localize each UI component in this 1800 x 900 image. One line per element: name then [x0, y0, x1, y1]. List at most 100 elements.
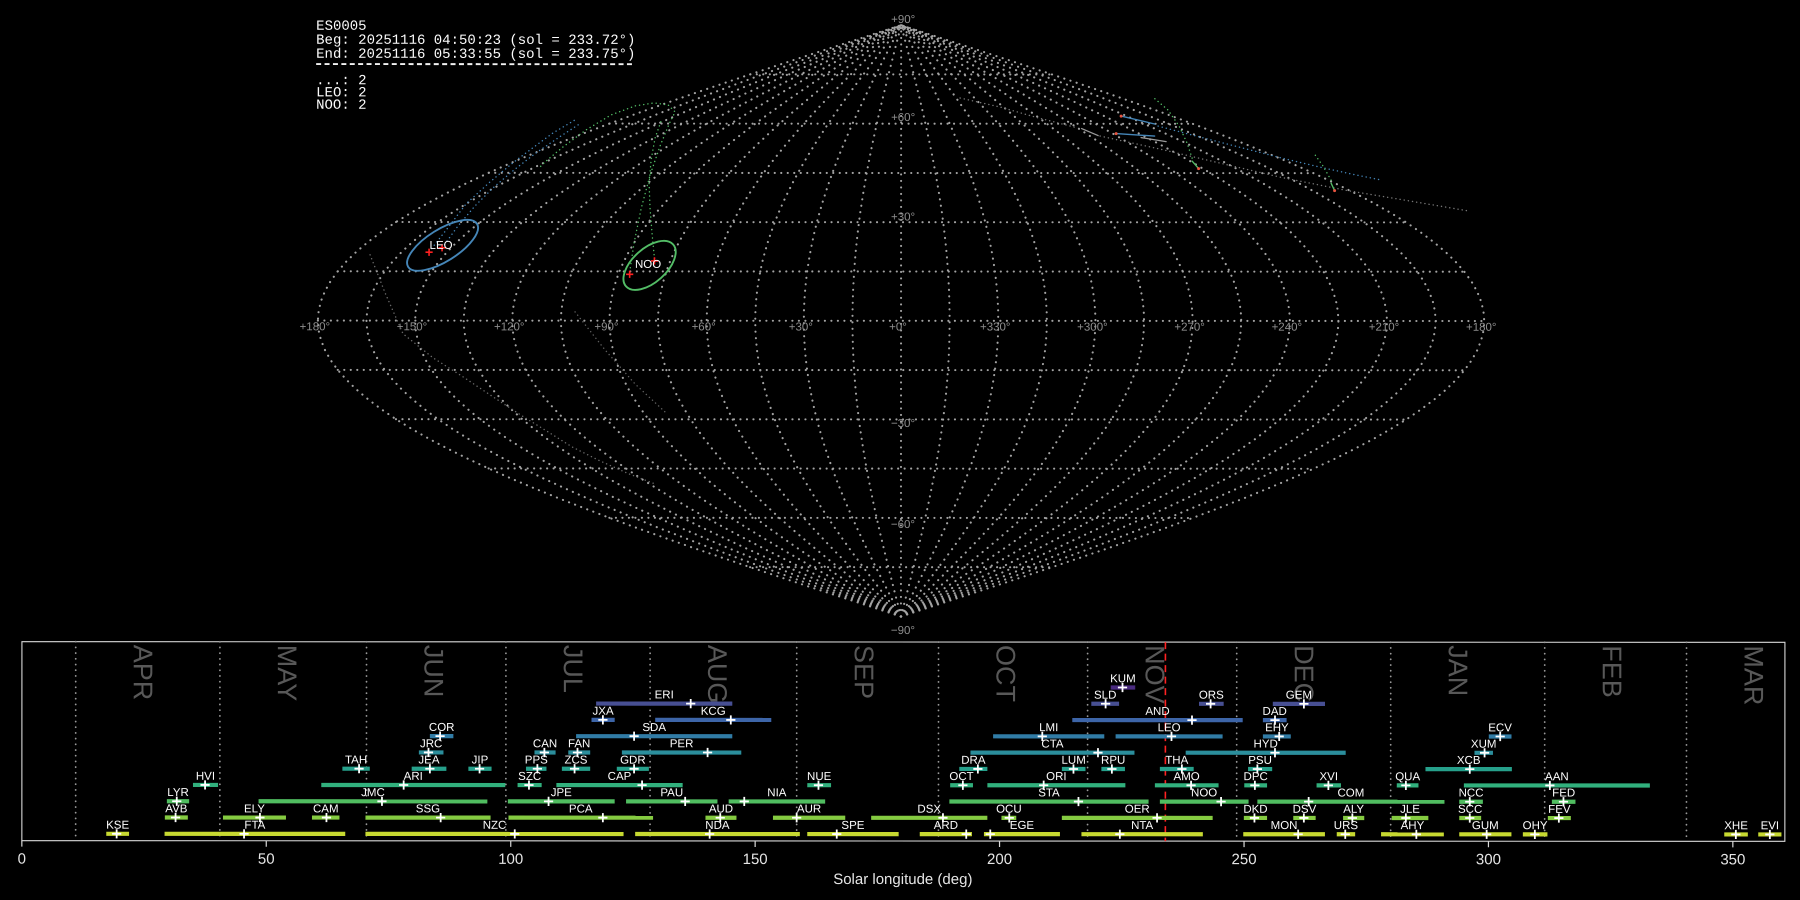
svg-text:SSG: SSG: [416, 803, 440, 815]
svg-text:DPC: DPC: [1244, 771, 1268, 783]
svg-text:NOO: 2: NOO: 2: [316, 98, 366, 114]
svg-text:MAR: MAR: [1739, 645, 1769, 705]
svg-text:+0°: +0°: [889, 321, 907, 333]
svg-text:MAY: MAY: [272, 645, 302, 702]
svg-text:XHE: XHE: [1724, 820, 1748, 832]
svg-text:MON: MON: [1271, 820, 1298, 832]
svg-text:CTA: CTA: [1041, 738, 1063, 750]
svg-text:JPE: JPE: [551, 787, 572, 799]
svg-text:ELY: ELY: [244, 803, 265, 815]
svg-text:JIP: JIP: [472, 755, 489, 767]
svg-text:LYR: LYR: [167, 787, 189, 799]
svg-text:ERI: ERI: [655, 689, 674, 701]
svg-text:+300°: +300°: [1077, 322, 1108, 334]
svg-text:GUM: GUM: [1472, 820, 1499, 832]
svg-text:PCA: PCA: [569, 803, 593, 815]
svg-text:SPE: SPE: [841, 820, 864, 832]
svg-text:200: 200: [987, 851, 1012, 868]
svg-text:OCT: OCT: [991, 645, 1021, 702]
svg-text:XCB: XCB: [1457, 755, 1481, 767]
svg-text:+180°: +180°: [1466, 322, 1497, 334]
svg-text:FTA: FTA: [244, 820, 265, 832]
svg-text:RPU: RPU: [1101, 755, 1125, 767]
svg-text:LEO: LEO: [430, 240, 453, 252]
svg-text:CAP: CAP: [608, 771, 632, 783]
svg-text:150: 150: [743, 851, 768, 868]
svg-text:+90°: +90°: [891, 14, 915, 26]
svg-text:DKD: DKD: [1243, 804, 1267, 816]
svg-text:+240°: +240°: [1272, 322, 1303, 334]
svg-text:AUR: AUR: [797, 804, 821, 816]
svg-text:ARD: ARD: [934, 820, 958, 832]
svg-text:LUM: LUM: [1062, 755, 1086, 767]
svg-text:HYD: HYD: [1254, 739, 1278, 751]
svg-text:350: 350: [1720, 851, 1745, 868]
svg-text:AAN: AAN: [1545, 771, 1569, 783]
svg-text:JUL: JUL: [558, 645, 588, 693]
svg-text:DSV: DSV: [1293, 804, 1317, 816]
svg-text:AUD: AUD: [709, 804, 733, 816]
svg-text:COR: COR: [429, 722, 455, 734]
svg-text:DSX: DSX: [917, 804, 941, 816]
svg-text:ECV: ECV: [1488, 722, 1512, 734]
svg-text:0: 0: [18, 851, 26, 868]
svg-text:+90°: +90°: [594, 321, 618, 333]
svg-text:SCC: SCC: [1458, 804, 1482, 816]
svg-text:GDR: GDR: [620, 755, 646, 767]
svg-text:QUA: QUA: [1395, 771, 1420, 783]
svg-text:EVI: EVI: [1761, 820, 1780, 832]
svg-text:AVB: AVB: [165, 803, 187, 815]
svg-text:AND: AND: [1145, 706, 1169, 718]
svg-text:GEM: GEM: [1286, 690, 1312, 702]
svg-text:DAD: DAD: [1263, 706, 1287, 718]
svg-text:STA: STA: [1038, 787, 1060, 799]
svg-text:ALY: ALY: [1343, 804, 1364, 816]
svg-text:AHY: AHY: [1401, 820, 1425, 832]
svg-text:SEP: SEP: [849, 645, 879, 699]
svg-text:JXA: JXA: [593, 706, 614, 718]
svg-text:+60°: +60°: [692, 321, 716, 333]
svg-text:EHY: EHY: [1265, 722, 1289, 734]
svg-text:−60°: −60°: [891, 519, 915, 531]
svg-text:ZCS: ZCS: [564, 755, 587, 767]
svg-text:FEV: FEV: [1548, 804, 1571, 816]
svg-text:100: 100: [498, 851, 523, 868]
svg-text:OER: OER: [1125, 804, 1150, 816]
svg-text:JUN: JUN: [419, 645, 449, 698]
svg-text:KSE: KSE: [106, 820, 129, 832]
svg-text:AUG: AUG: [702, 645, 732, 704]
svg-text:+30°: +30°: [789, 321, 813, 333]
svg-text:HVI: HVI: [196, 771, 215, 783]
svg-text:ORS: ORS: [1199, 690, 1224, 702]
svg-text:FAN: FAN: [568, 738, 590, 750]
svg-text:OCT: OCT: [949, 771, 973, 783]
svg-text:FED: FED: [1552, 788, 1575, 800]
svg-text:EGE: EGE: [1010, 820, 1035, 832]
svg-text:+210°: +210°: [1369, 322, 1400, 334]
svg-text:+270°: +270°: [1174, 322, 1205, 334]
svg-text:JAN: JAN: [1443, 645, 1473, 696]
svg-text:SZC: SZC: [518, 771, 541, 783]
svg-text:+60°: +60°: [891, 112, 915, 124]
svg-text:End: 20251116 05:33:55 (sol =: End: 20251116 05:33:55 (sol = 233.75°): [316, 47, 635, 63]
svg-text:PSU: PSU: [1248, 755, 1272, 767]
svg-text:PER: PER: [670, 738, 694, 750]
svg-text:SLD: SLD: [1094, 690, 1116, 702]
svg-text:CAN: CAN: [533, 738, 557, 750]
svg-text:−90°: −90°: [891, 625, 915, 637]
svg-text:JRC: JRC: [420, 738, 442, 750]
svg-text:URS: URS: [1334, 820, 1359, 832]
svg-text:COM: COM: [1337, 787, 1364, 799]
svg-text:PPS: PPS: [525, 755, 548, 767]
svg-text:+120°: +120°: [494, 321, 525, 333]
svg-text:ARI: ARI: [404, 771, 423, 783]
svg-text:NOO: NOO: [635, 259, 661, 271]
svg-text:KUM: KUM: [1110, 673, 1136, 685]
svg-text:CAM: CAM: [313, 803, 339, 815]
svg-text:250: 250: [1232, 851, 1257, 868]
svg-text:ORI: ORI: [1046, 771, 1066, 783]
svg-text:APR: APR: [128, 645, 158, 701]
svg-text:FEB: FEB: [1597, 645, 1627, 698]
svg-text:−30°: −30°: [891, 418, 915, 430]
svg-text:NOO: NOO: [1191, 787, 1217, 799]
